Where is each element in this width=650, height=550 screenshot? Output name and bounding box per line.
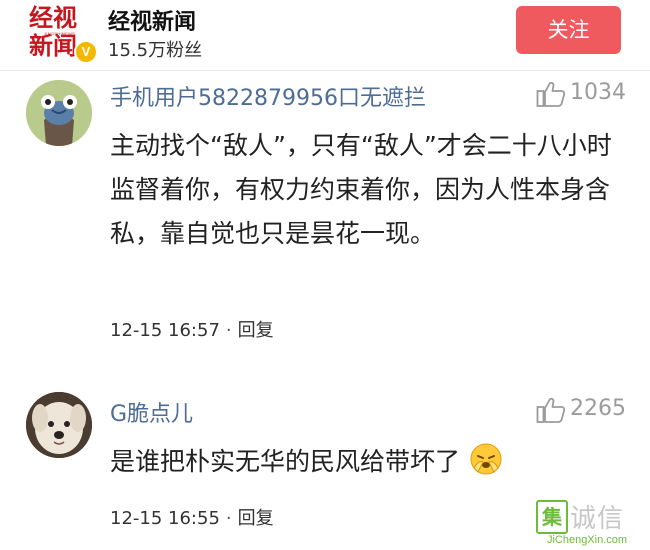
watermark-chars: 诚信 (570, 504, 625, 534)
comment-text: 主动找个“敌人”，只有“敌人”才会二十八小时监督着你，有权力约束着你，因为人性本… (110, 131, 612, 248)
verified-badge-icon: V (74, 40, 98, 64)
meta-separator: · (225, 320, 232, 341)
logo-line-1: 经视 (29, 4, 77, 32)
comment-meta: 12-15 16:55 · 回复 (110, 504, 274, 530)
comment-meta: 12-15 16:57 · 回复 (110, 316, 274, 342)
reply-button[interactable]: 回复 (238, 508, 274, 529)
logo-subtext: JINGSHINEWS (44, 31, 76, 36)
comment-text: 是谁把朴实无华的民风给带坏了 (110, 447, 461, 476)
avatar[interactable] (26, 80, 92, 146)
follow-button[interactable]: 关注 (516, 6, 621, 54)
account-header: 经视 新闻 JINGSHINEWS V 经视新闻 15.5万粉丝 关注 (0, 0, 650, 70)
watermark-box-char: 集 (536, 500, 568, 534)
comment-username[interactable]: G脆点儿 (110, 396, 193, 428)
comment-time: 12-15 16:57 (110, 320, 220, 341)
header-divider (0, 70, 650, 71)
thumbs-up-icon (536, 81, 566, 107)
thumbs-up-icon (536, 397, 566, 423)
avatar[interactable] (26, 392, 92, 458)
like-count: 1034 (570, 80, 626, 105)
meta-separator: · (225, 508, 232, 529)
comment-username[interactable]: 手机用户5822879956口无遮拦 (110, 80, 426, 112)
fans-count: 15.5万粉丝 (108, 40, 203, 61)
like-count: 2265 (570, 396, 626, 421)
comment-time: 12-15 16:55 (110, 508, 220, 529)
facepalm-emoji-icon (470, 443, 502, 475)
comment-text-row: 是谁把朴实无华的民风给带坏了 (110, 440, 503, 484)
watermark-url: JiChengXin.com (546, 534, 628, 546)
reply-button[interactable]: 回复 (238, 320, 274, 341)
avatar-image (26, 392, 92, 458)
account-name[interactable]: 经视新闻 (108, 4, 196, 36)
watermark: 集 诚信 JiChengXin.com (524, 496, 650, 550)
avatar-image (26, 80, 92, 146)
